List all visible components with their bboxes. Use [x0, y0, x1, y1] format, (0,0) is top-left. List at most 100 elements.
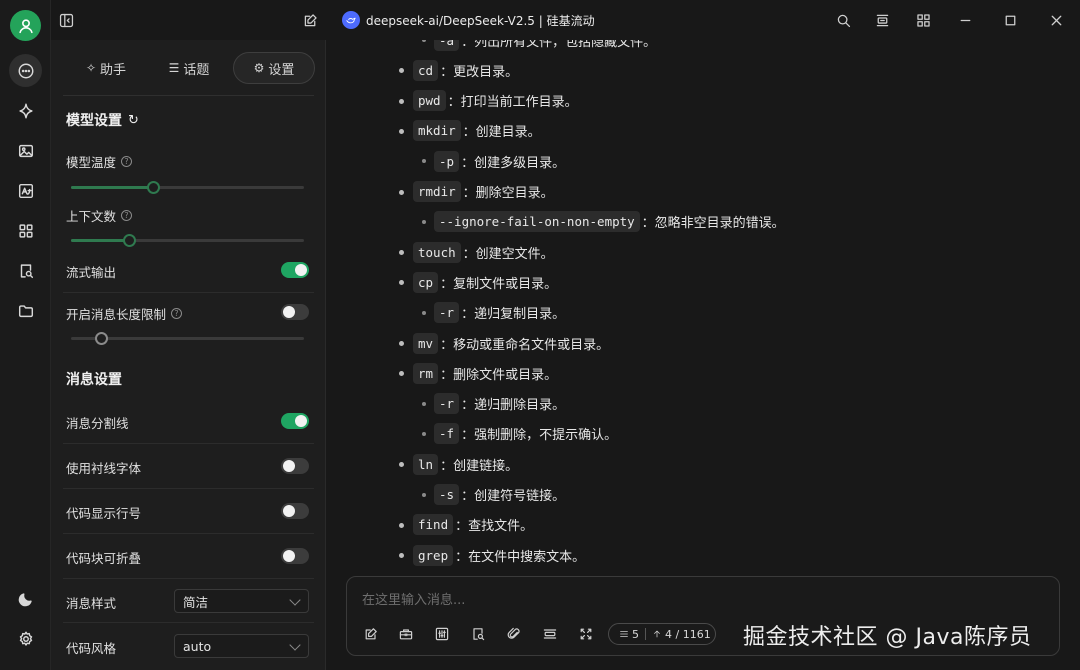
list-item: cd ：更改目录。 — [413, 59, 518, 81]
inline-code: -r — [434, 302, 460, 324]
code-style-select[interactable]: auto — [174, 634, 309, 658]
inline-code: cp — [413, 271, 439, 293]
list-item-text: ：创建多级目录。 — [461, 155, 566, 171]
list-item-text: ：复制文件或目录。 — [440, 276, 558, 292]
chat-icon[interactable] — [9, 54, 42, 87]
length-limit-toggle[interactable] — [281, 304, 309, 320]
attachment-icon[interactable] — [505, 625, 523, 643]
sliders-icon[interactable] — [433, 625, 451, 643]
list-item-text: ：移动或重命名文件或目录。 — [440, 337, 610, 353]
list-item-text: ：递归删除目录。 — [461, 398, 566, 414]
folder-icon[interactable] — [9, 294, 42, 327]
message-input-placeholder[interactable]: 在这里输入消息... — [362, 589, 465, 608]
settings-gear-icon[interactable] — [9, 622, 42, 655]
list-bullet — [422, 431, 426, 436]
line-numbers-toggle[interactable] — [281, 503, 309, 519]
slider-thumb[interactable] — [146, 181, 160, 194]
knowledge-base-icon[interactable] — [469, 625, 487, 643]
serif-font-toggle[interactable] — [281, 458, 309, 474]
chevron-down-icon — [289, 639, 301, 651]
translate-icon[interactable] — [9, 174, 42, 207]
gear-icon: ⚙ — [253, 61, 265, 75]
message-divider-toggle[interactable] — [281, 413, 309, 429]
temperature-label: 模型温度 ? — [66, 152, 133, 171]
list-bullet — [399, 189, 404, 195]
search-icon[interactable] — [834, 11, 852, 29]
message-style-select[interactable]: 简洁 — [174, 589, 309, 613]
expand-icon[interactable] — [577, 625, 595, 643]
help-icon[interactable]: ? — [121, 210, 133, 221]
new-chat-edit-icon[interactable] — [301, 11, 319, 29]
stream-output-toggle[interactable] — [281, 262, 309, 278]
list-bullet — [422, 492, 426, 497]
tab-settings[interactable]: ⚙ 设置 — [233, 52, 315, 84]
list-item: mv ：移动或重命名文件或目录。 — [413, 332, 609, 354]
list-item-text: ：删除文件或目录。 — [440, 367, 558, 383]
toggle-knob — [283, 460, 295, 472]
inline-code: mv — [413, 332, 439, 354]
token-counter: 5 4 / 1161 — [608, 623, 716, 645]
divider — [63, 622, 314, 623]
image-icon[interactable] — [9, 134, 42, 167]
clear-divider-icon[interactable] — [541, 625, 559, 643]
collapsible-toggle[interactable] — [281, 548, 309, 564]
list-item-text: ：创建链接。 — [440, 458, 519, 474]
token-count: 4 / 1161 — [665, 627, 711, 641]
tab-assistant[interactable]: ✧ 助手 — [73, 52, 139, 84]
toggle-knob — [283, 550, 295, 562]
sidebar-toggle-icon[interactable] — [57, 11, 75, 29]
collapsible-label: 代码块可折叠 — [66, 551, 142, 566]
context-label: 上下文数 ? — [66, 206, 133, 225]
arrow-up-icon — [654, 630, 660, 638]
list-item-text: ：忽略非空目录的错误。 — [641, 216, 785, 232]
window-title: deepseek-ai/DeepSeek-V2.5 | 硅基流动 — [366, 14, 595, 28]
tab-topics[interactable]: ☰ 话题 — [156, 52, 222, 84]
new-topic-icon[interactable] — [362, 625, 380, 643]
knowledge-search-icon[interactable] — [9, 254, 42, 287]
temperature-slider[interactable] — [71, 181, 304, 194]
inline-code: mkdir — [413, 120, 461, 142]
list-item-text: ：在文件中搜索文本。 — [455, 549, 586, 565]
avatar[interactable] — [10, 10, 41, 41]
reset-refresh-icon[interactable]: ↻ — [128, 113, 139, 128]
code-style-label: 代码风格 — [66, 641, 117, 656]
layout-grid-icon[interactable] — [914, 11, 932, 29]
toggle-knob — [295, 415, 307, 427]
length-limit-slider[interactable] — [71, 332, 304, 345]
chat-message-area: -a ：列出所有文件，包括隐藏文件。 cd ：更改目录。 pwd ：打印当前工作目录。 mk… — [327, 40, 1080, 575]
list-bullet — [399, 462, 404, 468]
list-item-text: ：创建空文件。 — [462, 246, 554, 262]
minimap-icon[interactable] — [873, 11, 891, 29]
inline-code: --ignore-fail-on-non-empty — [434, 211, 640, 233]
context-slider[interactable] — [71, 234, 304, 247]
divider — [645, 628, 646, 640]
slider-thumb[interactable] — [123, 234, 137, 247]
inline-code: cd — [413, 59, 439, 81]
context-list-icon — [620, 631, 628, 637]
apps-grid-icon[interactable] — [9, 214, 42, 247]
list-item-text: ：强制删除，不提示确认。 — [461, 428, 618, 444]
list-item: rm ：删除文件或目录。 — [413, 362, 557, 384]
help-icon[interactable]: ? — [121, 156, 133, 167]
theme-moon-icon[interactable] — [9, 582, 42, 615]
inline-code: -s — [434, 484, 460, 505]
slider-thumb[interactable] — [95, 332, 109, 345]
context-count: 5 — [632, 627, 639, 641]
list-item: cp ：复制文件或目录。 — [413, 271, 557, 293]
list-item-text: ：创建符号链接。 — [461, 489, 566, 504]
toolbox-icon[interactable] — [397, 625, 415, 643]
user-icon — [18, 18, 33, 33]
help-icon[interactable]: ? — [171, 308, 183, 319]
watermark: 掘金技术社区 @ Java陈序员 — [743, 625, 1032, 650]
inline-code: -f — [434, 423, 460, 445]
maximize-icon[interactable] — [1001, 11, 1019, 29]
stream-output-label: 流式输出 — [66, 265, 117, 280]
close-icon[interactable] — [1047, 11, 1065, 29]
divider — [63, 95, 314, 96]
settings-panel: ✧ 助手 ☰ 话题 ⚙ 设置 模型设置 ↻ 模型温度 ? 上下文数 ? 流式输出… — [51, 40, 326, 670]
sparkle-icon: ✧ — [85, 61, 97, 75]
minimize-icon[interactable] — [956, 11, 974, 29]
agents-sparkle-icon[interactable] — [9, 94, 42, 127]
title-bar: deepseek-ai/DeepSeek-V2.5 | 硅基流动 — [51, 0, 1080, 40]
list-item: touch ：创建空文件。 — [413, 241, 554, 263]
